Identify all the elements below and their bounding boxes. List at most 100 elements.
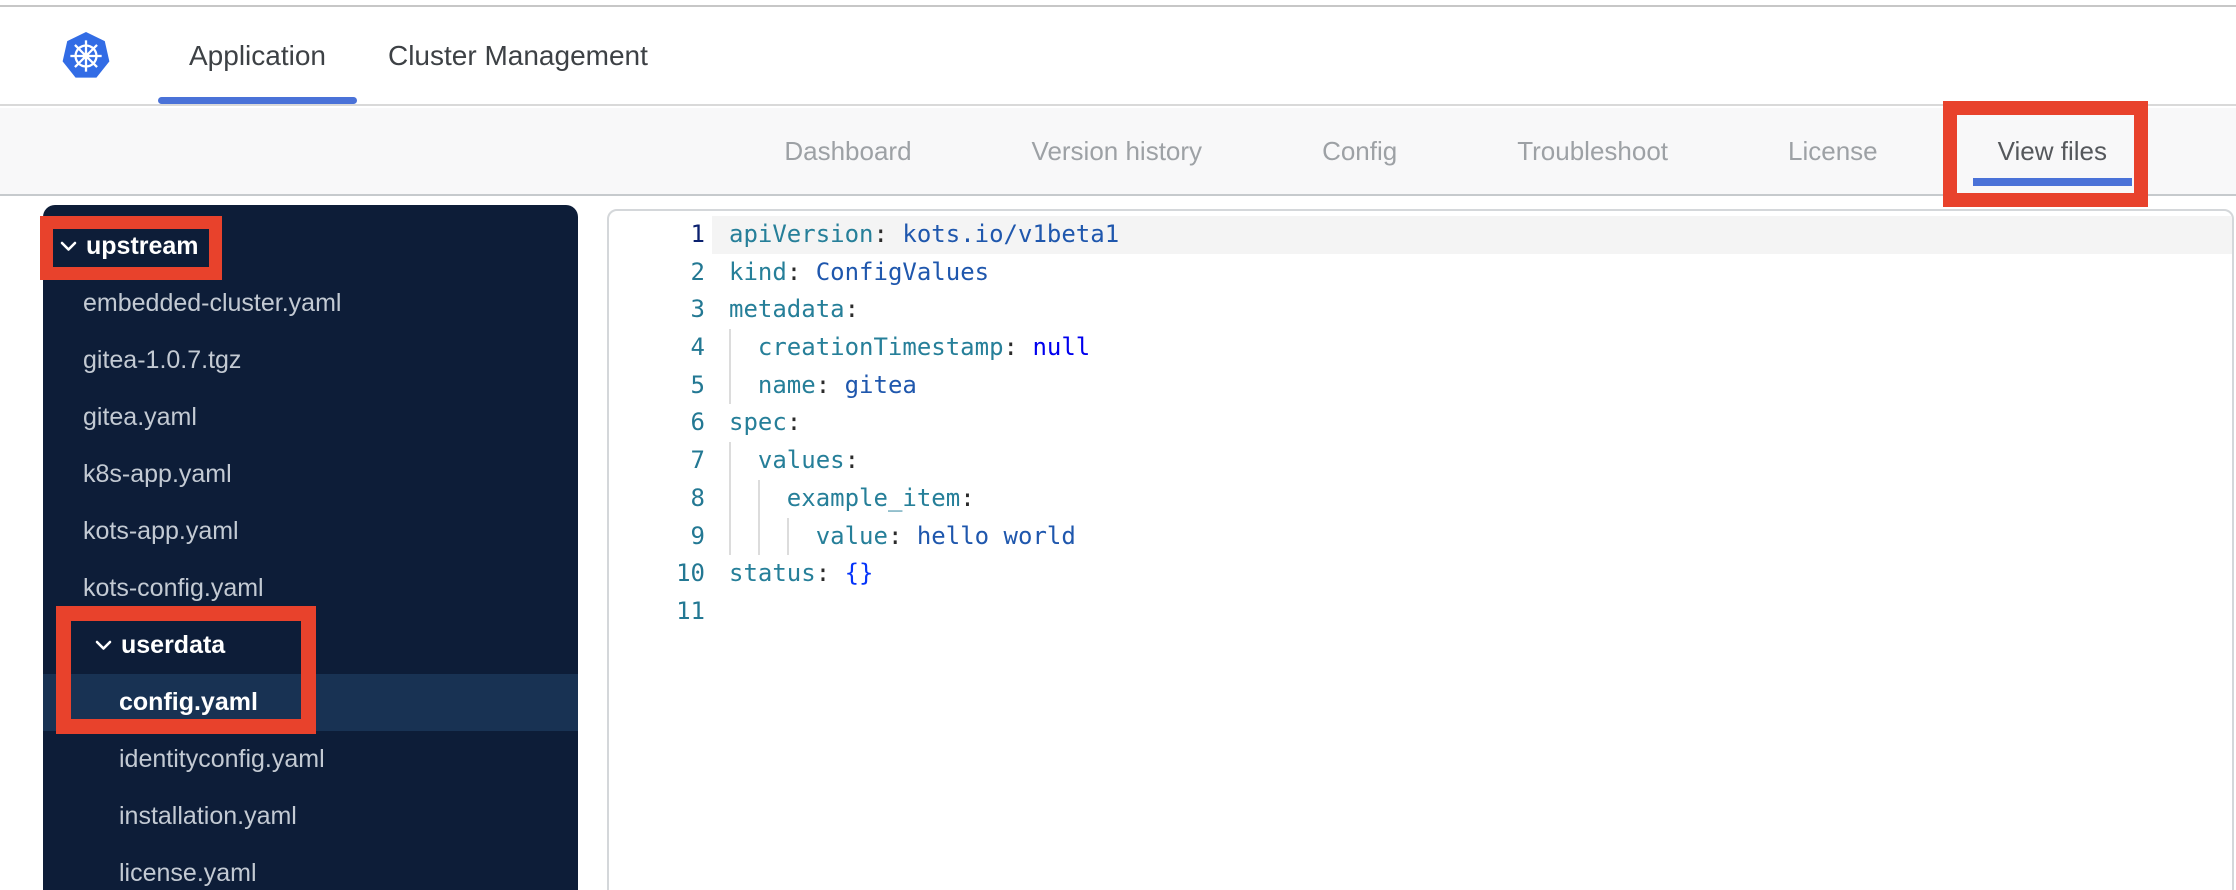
tree-file-embedded-cluster-yaml[interactable]: embedded-cluster.yaml [43,275,578,332]
code-content [712,593,2232,631]
token-key: name [757,370,816,399]
line-number: 6 [690,408,705,437]
code-line-1: 1 apiVersion: kots.io/v1beta1 [609,216,2232,254]
code-content: name: gitea [712,366,2232,405]
token-key: example_item [786,483,961,512]
token-punc: : [1003,333,1033,362]
token-punc: : [960,483,975,512]
token-punc: : [887,521,917,550]
tree-item-label: upstream [86,232,199,260]
line-number: 3 [690,295,705,324]
tree-item-label: config.yaml [119,688,258,716]
top-bar: Application Cluster Management [0,7,2236,106]
line-number: 5 [690,370,705,399]
token-punc: : [815,559,845,588]
code-content: spec: [712,404,2232,442]
kots-admin-console: Application Cluster Management Dashboard V… [0,0,2236,890]
token-key: values [757,446,845,475]
code-line-6: 6 spec: [609,404,2232,442]
token-punc: : [844,295,860,324]
tree-file-license-yaml[interactable]: license.yaml [43,845,578,890]
code-line-3: 3 metadata: [609,291,2232,329]
tree-item-label: k8s-app.yaml [83,460,232,488]
tree-folder-userdata[interactable]: userdata [43,617,578,674]
token-key: kind [729,257,787,286]
code-line-4: 4 creationTimestamp: null [609,329,2232,367]
kubernetes-logo-icon [62,31,110,80]
code-content: apiVersion: kots.io/v1beta1 [712,216,2232,254]
tree-item-label: kots-config.yaml [83,574,264,602]
tree-item-label: embedded-cluster.yaml [83,289,342,317]
tree-file-installation-yaml[interactable]: installation.yaml [43,788,578,845]
token-brace: {} [844,559,874,588]
tree-folder-upstream[interactable]: upstream [43,218,578,275]
subnav-item-license[interactable]: License [1763,108,1903,194]
tab-application[interactable]: Application [158,7,357,104]
indent-guide [729,442,731,480]
indent-guide [729,479,731,518]
code-content: example_item: [712,479,2232,518]
line-number: 8 [690,483,705,512]
chevron-down-icon [95,640,112,651]
code-line-8: 8 example_item: [609,479,2232,518]
subnav-item-label: View files [1997,135,2107,166]
subnav-item-version-history[interactable]: Version history [1007,108,1228,194]
code-lines: 1 apiVersion: kots.io/v1beta1 2 kind: Confi… [609,216,2232,631]
tree-item-label: userdata [121,631,226,659]
token-punc: : [786,257,816,286]
line-number: 11 [676,596,705,625]
subnav-item-view-files[interactable]: View files [1972,108,2133,194]
tree-file-kots-app-yaml[interactable]: kots-app.yaml [43,503,578,560]
code-content: metadata: [712,291,2232,329]
code-content: kind: ConfigValues [712,254,2232,292]
token-str: gitea [844,370,917,399]
code-line-10: 10 status: {} [609,555,2232,593]
indent-guide [729,517,731,556]
tab-label: Application [189,39,326,71]
indent-guide [786,517,789,556]
token-str: ConfigValues [815,257,990,286]
tree-file-gitea-1-0-7-tgz[interactable]: gitea-1.0.7.tgz [43,332,578,389]
line-number: 10 [676,559,705,588]
token-punc: : [844,446,860,475]
token-punc: : [873,220,903,248]
tree-item-label: kots-app.yaml [83,517,239,545]
tree-file-k8s-app-yaml[interactable]: k8s-app.yaml [43,446,578,503]
code-content: creationTimestamp: null [712,329,2232,367]
file-tree-sidebar: upstream embedded-cluster.yaml gitea-1.0.7… [43,205,578,890]
token-str: hello world [916,521,1076,550]
token-key: status [729,559,816,588]
subnav-item-label: Version history [1031,135,1203,166]
subnav-item-config[interactable]: Config [1297,108,1422,194]
tree-file-config-yaml[interactable]: config.yaml [43,674,578,731]
token-punc: : [786,408,802,437]
line-number: 4 [690,333,705,362]
tree-file-identityconfig-yaml[interactable]: identityconfig.yaml [43,731,578,788]
app-subnav: Dashboard Version history Config Troublesho… [0,108,2236,196]
line-number: 9 [690,521,705,550]
code-content: values: [712,442,2232,480]
token-key: apiVersion [729,220,874,248]
token-key: metadata [729,295,845,324]
tree-file-kots-config-yaml[interactable]: kots-config.yaml [43,560,578,617]
indent-guide [757,479,760,518]
line-number: 7 [690,446,705,475]
token-punc: : [815,370,845,399]
tree-file-gitea-yaml[interactable]: gitea.yaml [43,389,578,446]
subnav-item-dashboard[interactable]: Dashboard [759,108,936,194]
yaml-code-editor[interactable]: 1 apiVersion: kots.io/v1beta1 2 kind: Confi… [607,209,2234,890]
tree-item-label: license.yaml [119,859,257,887]
subnav-item-troubleshoot[interactable]: Troubleshoot [1492,108,1693,194]
subnav-item-label: License [1788,135,1878,166]
code-line-9: 9 value: hello world [609,517,2232,556]
code-line-5: 5 name: gitea [609,366,2232,405]
tree-item-label: installation.yaml [119,802,297,830]
indent-guide [757,517,760,556]
tab-cluster-management[interactable]: Cluster Management [357,7,679,104]
tree-item-label: identityconfig.yaml [119,745,325,773]
chevron-down-icon [60,241,77,252]
tree-item-label: gitea.yaml [83,403,197,431]
code-content: status: {} [712,555,2232,593]
subnav-item-label: Config [1322,135,1398,166]
token-kw: null [1032,333,1091,362]
